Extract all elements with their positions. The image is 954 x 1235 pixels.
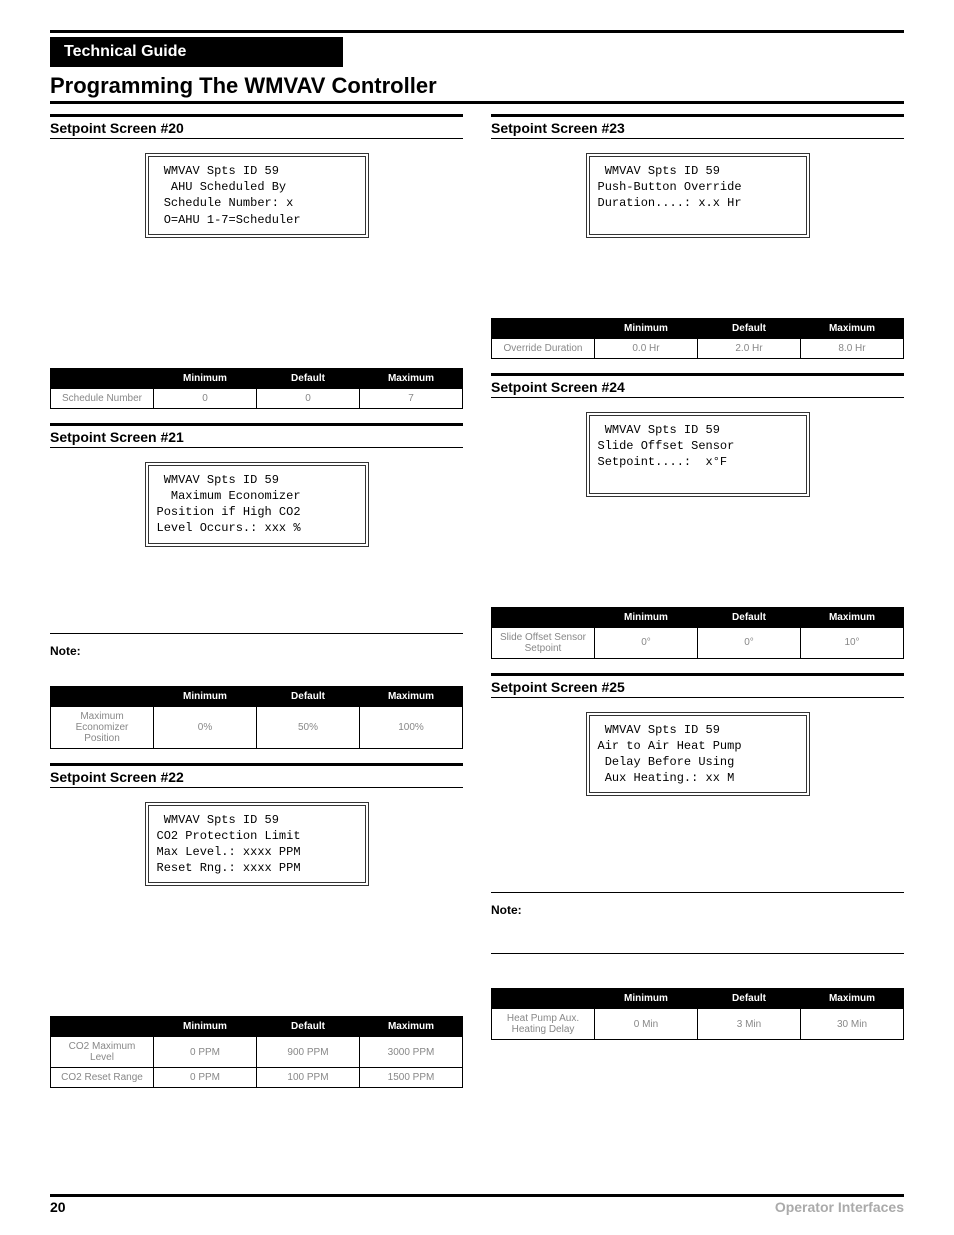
spacer — [491, 964, 904, 978]
right-column: Setpoint Screen #23 WMVAV Spts ID 59 Pus… — [491, 114, 904, 1102]
divider — [50, 633, 463, 634]
footer-rule — [50, 1194, 904, 1197]
header-bar: Technical Guide — [50, 37, 904, 67]
th — [492, 318, 595, 338]
s21-table: Minimum Default Maximum Maximum Economiz… — [50, 686, 463, 749]
th: Minimum — [154, 368, 257, 388]
td: Override Duration — [492, 338, 595, 358]
td: Maximum Economizer Position — [51, 706, 154, 748]
td: 0.0 Hr — [595, 338, 698, 358]
td: Slide Offset Sensor Setpoint — [492, 627, 595, 658]
s25-heading: Setpoint Screen #25 — [491, 673, 904, 698]
s21-body — [50, 557, 463, 627]
page-footer: 20 Operator Interfaces — [50, 1194, 904, 1215]
guide-label: Technical Guide — [50, 37, 343, 67]
s23-lcd: WMVAV Spts ID 59 Push-Button Override Du… — [586, 153, 810, 238]
th: Maximum — [360, 686, 463, 706]
th — [51, 368, 154, 388]
td: 0 PPM — [154, 1037, 257, 1068]
s25-table: Minimum Default Maximum Heat Pump Aux. H… — [491, 988, 904, 1040]
s24-lcd: WMVAV Spts ID 59 Slide Offset Sensor Set… — [586, 412, 810, 497]
td: CO2 Maximum Level — [51, 1037, 154, 1068]
td: 0 — [257, 388, 360, 408]
s23-table: Minimum Default Maximum Override Duratio… — [491, 318, 904, 359]
s20-heading: Setpoint Screen #20 — [50, 114, 463, 139]
th: Default — [257, 686, 360, 706]
page: Technical Guide Programming The WMVAV Co… — [0, 0, 954, 1235]
divider — [491, 892, 904, 893]
doc-name: Operator Interfaces — [775, 1199, 904, 1215]
s24-body — [491, 507, 904, 597]
td: 1500 PPM — [360, 1068, 463, 1088]
page-title: Programming The WMVAV Controller — [50, 73, 904, 99]
td: Heat Pump Aux. Heating Delay — [492, 1009, 595, 1040]
td: 7 — [360, 388, 463, 408]
td: 100% — [360, 706, 463, 748]
s23-body — [491, 248, 904, 308]
th: Default — [257, 368, 360, 388]
two-columns: Setpoint Screen #20 WMVAV Spts ID 59 AHU… — [50, 114, 904, 1102]
th: Maximum — [801, 318, 904, 338]
td: 2.0 Hr — [698, 338, 801, 358]
title-rule — [50, 101, 904, 104]
td: 30 Min — [801, 1009, 904, 1040]
s21-heading: Setpoint Screen #21 — [50, 423, 463, 448]
s22-body — [50, 896, 463, 1006]
top-border — [50, 30, 904, 33]
th: Minimum — [595, 318, 698, 338]
s25-lcd: WMVAV Spts ID 59 Air to Air Heat Pump De… — [586, 712, 810, 797]
s25-note-label: Note: — [491, 903, 904, 917]
td: 0° — [595, 627, 698, 658]
th: Minimum — [595, 607, 698, 627]
s25-body — [491, 806, 904, 886]
td: 0° — [698, 627, 801, 658]
s21-note-body — [50, 658, 463, 676]
td: 0 — [154, 388, 257, 408]
th — [51, 1017, 154, 1037]
s20-table: Minimum Default Maximum Schedule Number … — [50, 368, 463, 409]
s22-heading: Setpoint Screen #22 — [50, 763, 463, 788]
td: 0 PPM — [154, 1068, 257, 1088]
th: Default — [698, 989, 801, 1009]
td: 100 PPM — [257, 1068, 360, 1088]
td: 900 PPM — [257, 1037, 360, 1068]
s21-lcd: WMVAV Spts ID 59 Maximum Economizer Posi… — [145, 462, 369, 547]
td: 3000 PPM — [360, 1037, 463, 1068]
td: 0% — [154, 706, 257, 748]
th: Maximum — [360, 1017, 463, 1037]
td: 50% — [257, 706, 360, 748]
divider — [491, 953, 904, 954]
td: 3 Min — [698, 1009, 801, 1040]
td: 0 Min — [595, 1009, 698, 1040]
th: Minimum — [154, 686, 257, 706]
s21-note-label: Note: — [50, 644, 463, 658]
th — [492, 607, 595, 627]
th — [51, 686, 154, 706]
s24-heading: Setpoint Screen #24 — [491, 373, 904, 398]
td: Schedule Number — [51, 388, 154, 408]
s25-note-body — [491, 917, 904, 947]
page-number: 20 — [50, 1199, 66, 1215]
s20-lcd: WMVAV Spts ID 59 AHU Scheduled By Schedu… — [145, 153, 369, 238]
td: CO2 Reset Range — [51, 1068, 154, 1088]
left-column: Setpoint Screen #20 WMVAV Spts ID 59 AHU… — [50, 114, 463, 1102]
s24-table: Minimum Default Maximum Slide Offset Sen… — [491, 607, 904, 659]
th: Maximum — [801, 989, 904, 1009]
th: Maximum — [801, 607, 904, 627]
footer-row: 20 Operator Interfaces — [50, 1199, 904, 1215]
s22-table: Minimum Default Maximum CO2 Maximum Leve… — [50, 1016, 463, 1088]
td: 8.0 Hr — [801, 338, 904, 358]
th: Default — [257, 1017, 360, 1037]
th: Default — [698, 318, 801, 338]
s23-heading: Setpoint Screen #23 — [491, 114, 904, 139]
s20-body — [50, 248, 463, 358]
th: Default — [698, 607, 801, 627]
th — [492, 989, 595, 1009]
th: Minimum — [595, 989, 698, 1009]
th: Minimum — [154, 1017, 257, 1037]
td: 10° — [801, 627, 904, 658]
s22-lcd: WMVAV Spts ID 59 CO2 Protection Limit Ma… — [145, 802, 369, 887]
th: Maximum — [360, 368, 463, 388]
